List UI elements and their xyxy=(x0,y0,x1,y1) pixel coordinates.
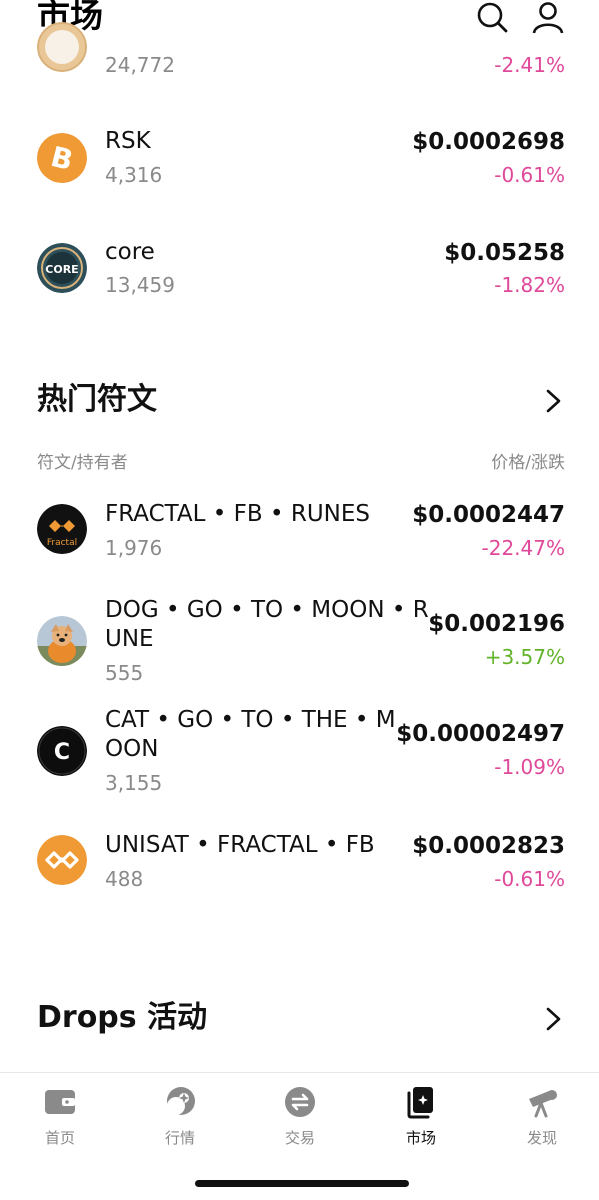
list-item[interactable]: UNISAT • FRACTAL • FB 488 $0.0002823 -0.… xyxy=(0,829,599,899)
rune-name-line-1: CAT • GO • TO • THE • M xyxy=(105,707,396,733)
top-header: 市场 xyxy=(0,0,599,44)
tab-label: 发现 xyxy=(526,1129,557,1147)
person-icon[interactable] xyxy=(530,0,566,36)
chevron-right-icon[interactable] xyxy=(541,1004,565,1034)
wallet-icon xyxy=(45,1090,75,1114)
section-title-drops: Drops 活动 xyxy=(37,1000,208,1035)
rune-price: $0.0002823 xyxy=(412,833,565,859)
holder-count: 13,459 xyxy=(105,273,175,297)
token-price: $0.05258 xyxy=(444,240,565,266)
holder-count: 24,772 xyxy=(105,53,175,77)
list-item[interactable]: 24,772 -2.41% xyxy=(0,22,599,80)
section-title-hot-runes: 热门符文 xyxy=(37,382,157,417)
price-change: -2.41% xyxy=(494,53,565,77)
price-change: -0.61% xyxy=(494,163,565,187)
holder-count: 3,155 xyxy=(105,771,163,795)
chevron-right-icon[interactable] xyxy=(541,386,565,416)
telescope-icon xyxy=(529,1090,557,1118)
home-indicator xyxy=(195,1180,409,1187)
holder-count: 4,316 xyxy=(105,163,163,187)
dog-logo xyxy=(37,616,87,666)
rsk-logo: B xyxy=(37,133,87,183)
svg-text:C: C xyxy=(54,740,70,765)
column-header-price-change: 价格/涨跌 xyxy=(491,453,565,473)
price-change: -0.61% xyxy=(494,867,565,891)
rune-name-line-2: UNE xyxy=(105,626,154,652)
fractal-logo: Fractal xyxy=(37,504,87,554)
price-change: -1.82% xyxy=(494,273,565,297)
holder-count: 555 xyxy=(105,661,144,685)
tab-market[interactable]: 行情 xyxy=(140,1085,220,1155)
price-change: -1.09% xyxy=(494,755,565,779)
rune-price: $0.002196 xyxy=(428,611,565,637)
list-item[interactable]: Fractal FRACTAL • FB • RUNES 1,976 $0.00… xyxy=(0,498,599,568)
tab-discover[interactable]: 发现 xyxy=(502,1085,582,1155)
tab-label: 市场 xyxy=(405,1129,436,1147)
svg-text:CORE: CORE xyxy=(45,263,78,276)
tab-label: 行情 xyxy=(164,1129,195,1147)
rune-name: FRACTAL • FB • RUNES xyxy=(105,501,371,527)
token-name: core xyxy=(105,239,155,265)
unisat-fractal-logo xyxy=(37,835,87,885)
tab-label: 首页 xyxy=(44,1129,75,1147)
token-price: $0.0002698 xyxy=(412,129,565,155)
rune-price: $0.00002497 xyxy=(396,721,565,747)
holder-count: 1,976 xyxy=(105,536,163,560)
list-item[interactable]: CORE core 13,459 $0.05258 -1.82% xyxy=(0,236,599,306)
svg-text:Fractal: Fractal xyxy=(47,538,77,548)
swap-icon xyxy=(285,1087,315,1117)
core-logo: CORE xyxy=(37,243,87,293)
price-change: -22.47% xyxy=(481,536,565,560)
price-change: +3.57% xyxy=(484,645,565,669)
cat-logo: C xyxy=(37,726,87,776)
list-item[interactable]: B RSK 4,316 $0.0002698 -0.61% xyxy=(0,125,599,195)
tab-trade[interactable]: 交易 xyxy=(260,1085,340,1155)
rune-name-line-1: DOG • GO • TO • MOON • R xyxy=(105,597,429,623)
coin-logo xyxy=(37,22,87,72)
rune-name: UNISAT • FRACTAL • FB xyxy=(105,832,375,858)
rune-price: $0.0002447 xyxy=(412,502,565,528)
token-name: RSK xyxy=(105,128,151,154)
rune-name-line-2: OON xyxy=(105,736,159,762)
search-icon[interactable] xyxy=(474,0,510,36)
column-header-rune-holders: 符文/持有者 xyxy=(37,453,128,473)
tab-marketplace[interactable]: 市场 xyxy=(381,1085,461,1155)
tab-label: 交易 xyxy=(284,1129,315,1147)
market-icon xyxy=(167,1087,195,1115)
list-item[interactable]: DOG • GO • TO • MOON • R UNE 555 $0.0021… xyxy=(0,596,599,691)
tab-home[interactable]: 首页 xyxy=(20,1085,100,1155)
nft-icon xyxy=(407,1087,433,1119)
list-item[interactable]: C CAT • GO • TO • THE • M OON 3,155 $0.0… xyxy=(0,706,599,801)
holder-count: 488 xyxy=(105,867,144,891)
